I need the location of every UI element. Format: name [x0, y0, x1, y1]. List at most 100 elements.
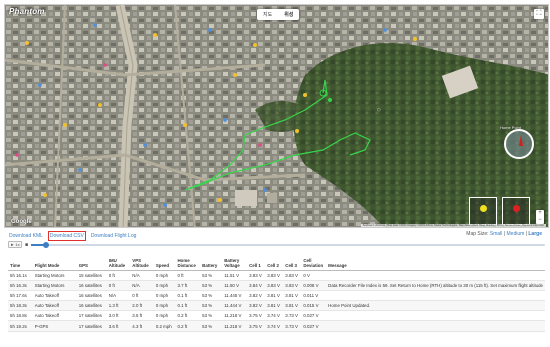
table-cell: 3.75 V	[247, 310, 266, 322]
column-header[interactable]: Flight Mode	[32, 252, 77, 271]
column-header[interactable]: Battery	[200, 252, 223, 271]
zoom-in-button[interactable]: +	[536, 210, 544, 217]
satellite-view-button[interactable]: 위성	[278, 9, 299, 20]
column-header[interactable]: Home Distance	[175, 252, 201, 271]
timeline-handle[interactable]	[43, 241, 50, 248]
column-header[interactable]: VPS Altitude	[130, 252, 154, 271]
table-cell: 5h 19.2s	[8, 320, 33, 332]
table-cell	[326, 320, 545, 332]
table-cell: 11.444 V	[222, 300, 248, 312]
table-cell: 3.81 V	[265, 300, 284, 312]
table-cell: 3.7 ft	[175, 280, 201, 291]
table-header-row: Time Flight Mode GPS IMU Altitude VPS Altitu…	[8, 252, 545, 271]
table-cell: 11.51 V	[222, 270, 248, 281]
column-header[interactable]: Battery Voltage	[222, 252, 248, 271]
table-cell: 0 mph	[153, 270, 176, 281]
table-cell: 0.2 ft	[175, 320, 201, 332]
table-cell: 3.81 V	[283, 300, 302, 312]
table-cell: N/A	[130, 280, 154, 291]
download-flight-log-link[interactable]: Download Flight Log	[90, 232, 138, 240]
download-kml-link[interactable]: Download KML	[8, 232, 44, 240]
table-cell: 3.83 V	[283, 280, 302, 291]
table-cell: N/A	[106, 290, 131, 302]
table-row: 5h 19.2s P-GPS 17 satellites 3.6 ft 4.3 ft 0.…	[8, 320, 545, 332]
map-size-small[interactable]: Small	[490, 231, 503, 237]
table-cell: 0.1 ft	[175, 290, 201, 302]
zoom-out-button[interactable]: −	[536, 217, 544, 224]
table-body: 5h 16.1s Starting Motors 15 satellites 0 ft…	[8, 270, 545, 332]
table-cell: 3.83 V	[283, 270, 302, 281]
table-cell: 16 satellites	[76, 290, 107, 302]
play-button[interactable]: ► 1x	[8, 241, 22, 248]
table-cell: 15 satellites	[76, 270, 107, 281]
satellite-map[interactable]: Phantom 지도 위성 ⛶ ⬡ Home Point + − Google …	[4, 4, 549, 228]
table-cell: 0 mph	[153, 300, 176, 312]
table-cell: 3.82 V	[247, 290, 266, 302]
table-cell: Starting Motors	[32, 270, 77, 281]
column-header[interactable]: Speed	[153, 252, 176, 271]
stop-icon[interactable]: ■	[25, 242, 28, 248]
table-cell: 5h 18.3s	[8, 300, 33, 312]
table-cell: 11.218 V	[222, 320, 248, 332]
table-cell	[326, 310, 545, 322]
table-row: 5h 18.8s Auto Takeoff 17 satellites 3.0 ft 3…	[8, 310, 545, 322]
map-size-large[interactable]: Large	[528, 231, 542, 237]
table-cell: 0 ft	[106, 270, 131, 281]
table-cell: 0.008 V	[301, 280, 327, 291]
table-row: 5h 16.1s Starting Motors 15 satellites 0 ft…	[8, 270, 545, 281]
table-cell: 0.011 V	[301, 290, 327, 302]
column-header[interactable]: Cell Deviation	[301, 252, 327, 271]
table-cell: 0.027 V	[301, 320, 327, 332]
table-cell	[326, 270, 545, 281]
table-cell: 0 ft	[175, 270, 201, 281]
table-cell: 4.3 ft	[130, 320, 154, 332]
table-cell	[326, 290, 545, 302]
table-cell: 3.81 V	[265, 290, 284, 302]
table-cell: P-GPS	[32, 320, 77, 332]
timeline-slider[interactable]	[31, 241, 545, 248]
table-row: 5h 16.3s Starting Motors 16 satellites 0 ft…	[8, 280, 545, 291]
table-row: 5h 17.6s Auto Takeoff 16 satellites N/A 0 ft…	[8, 290, 545, 302]
table-cell: 3.6 ft	[106, 320, 131, 332]
table-cell: 16 satellites	[76, 280, 107, 291]
table-cell: 0 ft	[106, 280, 131, 291]
flight-log-table: Time Flight Mode GPS IMU Altitude VPS Altitu…	[8, 252, 545, 332]
compass-icon	[504, 129, 534, 159]
table-row: 5h 18.3s Auto Takeoff 16 satellites 1.3 ft 2…	[8, 300, 545, 312]
fullscreen-icon[interactable]: ⛶	[534, 9, 544, 19]
table-cell: 3.84 V	[247, 280, 266, 291]
column-header[interactable]: Cell 2	[265, 252, 284, 271]
table-cell: 53 %	[200, 280, 223, 291]
map-attribution[interactable]: Keyboard shortcuts | Map data ©2023 Imag…	[360, 224, 546, 227]
table-cell: 3.81 V	[283, 290, 302, 302]
google-logo: Google	[11, 219, 32, 225]
table-cell: 3.83 V	[265, 270, 284, 281]
left-stick-indicator	[469, 197, 497, 225]
table-cell: 17 satellites	[76, 320, 107, 332]
table-cell: 2.0 ft	[130, 300, 154, 312]
right-stick-indicator	[502, 197, 530, 225]
table-cell: 0.015 V	[301, 300, 327, 312]
column-header[interactable]: GPS	[76, 252, 107, 271]
table-cell: 0 V	[301, 270, 327, 281]
table-cell: N/A	[130, 270, 154, 281]
table-cell: 0 ft	[130, 290, 154, 302]
table-cell: 3.82 V	[247, 300, 266, 312]
table-cell: Auto Takeoff	[32, 290, 77, 302]
table-cell: 3.73 V	[283, 310, 302, 322]
column-header[interactable]: Time	[8, 252, 33, 271]
table-cell: Data Recorder File Index is 59. Set Retu…	[326, 280, 545, 291]
column-header[interactable]: IMU Altitude	[106, 252, 131, 271]
table-cell: 17 satellites	[76, 310, 107, 322]
table-cell: 3.73 V	[283, 320, 302, 332]
table-cell: 11.218 V	[222, 310, 248, 322]
table-cell: 0.1 ft	[175, 300, 201, 312]
column-header[interactable]: Cell 3	[283, 252, 302, 271]
table-cell: 53 %	[200, 290, 223, 302]
playback-controls: ► 1x ■	[8, 240, 545, 249]
column-header[interactable]: Cell 1	[247, 252, 266, 271]
table-cell: 0 mph	[153, 290, 176, 302]
map-size-medium[interactable]: Medium	[507, 231, 525, 237]
column-header[interactable]: Message	[326, 252, 545, 271]
map-view-button[interactable]: 지도	[257, 9, 278, 20]
